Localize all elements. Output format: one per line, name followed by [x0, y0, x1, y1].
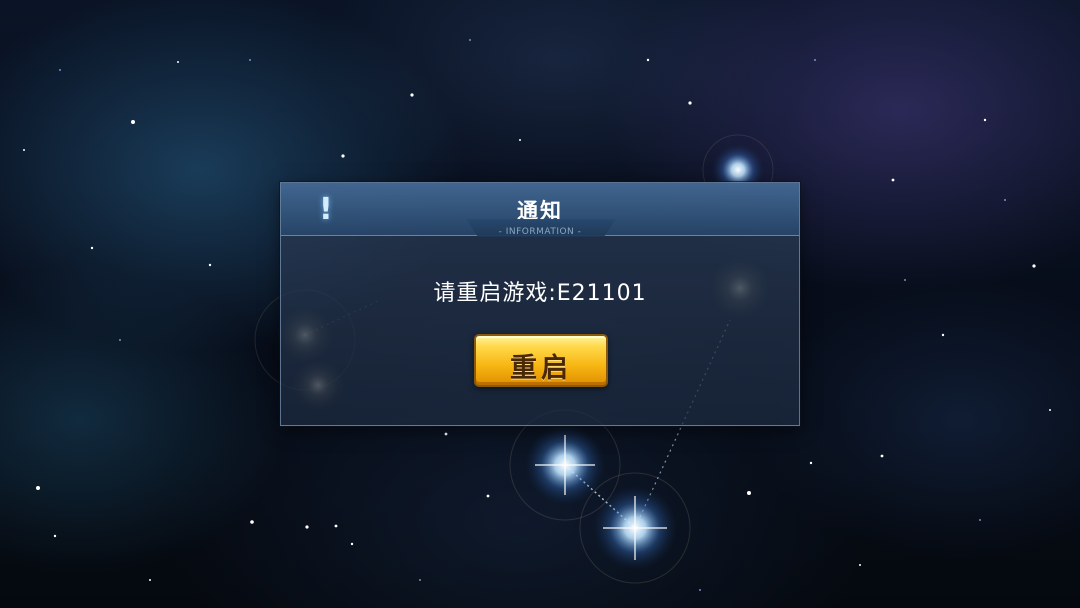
notification-dialog: ! 通知 - INFORMATION - 请重启游戏:E21101 重启 [280, 182, 800, 426]
dialog-message: 请重启游戏:E21101 [433, 281, 647, 306]
restart-button-label: 重启 [510, 353, 572, 384]
dialog-subtitle: - INFORMATION - [498, 227, 582, 237]
restart-button[interactable]: 重启 [474, 334, 608, 387]
